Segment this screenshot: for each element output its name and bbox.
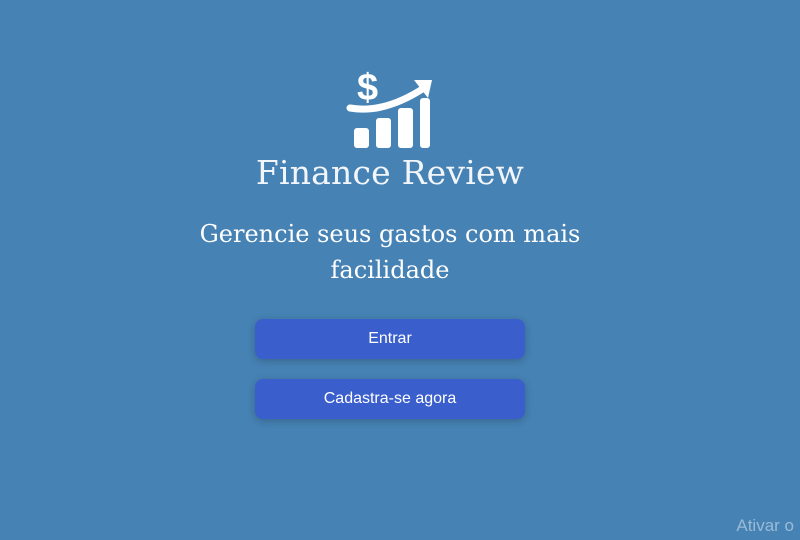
login-button[interactable]: Entrar: [255, 319, 525, 359]
hero-tagline: Gerencie seus gastos com mais facilidade: [199, 220, 581, 284]
brand-header: $ Finance Review: [0, 0, 800, 200]
signup-button[interactable]: Cadastra-se agora: [255, 379, 525, 419]
activation-watermark: Ativar o: [736, 516, 794, 535]
brand-name: Finance Review: [255, 153, 525, 192]
dollar-growth-chart-icon: $: [346, 67, 432, 148]
svg-text:$: $: [357, 67, 378, 109]
